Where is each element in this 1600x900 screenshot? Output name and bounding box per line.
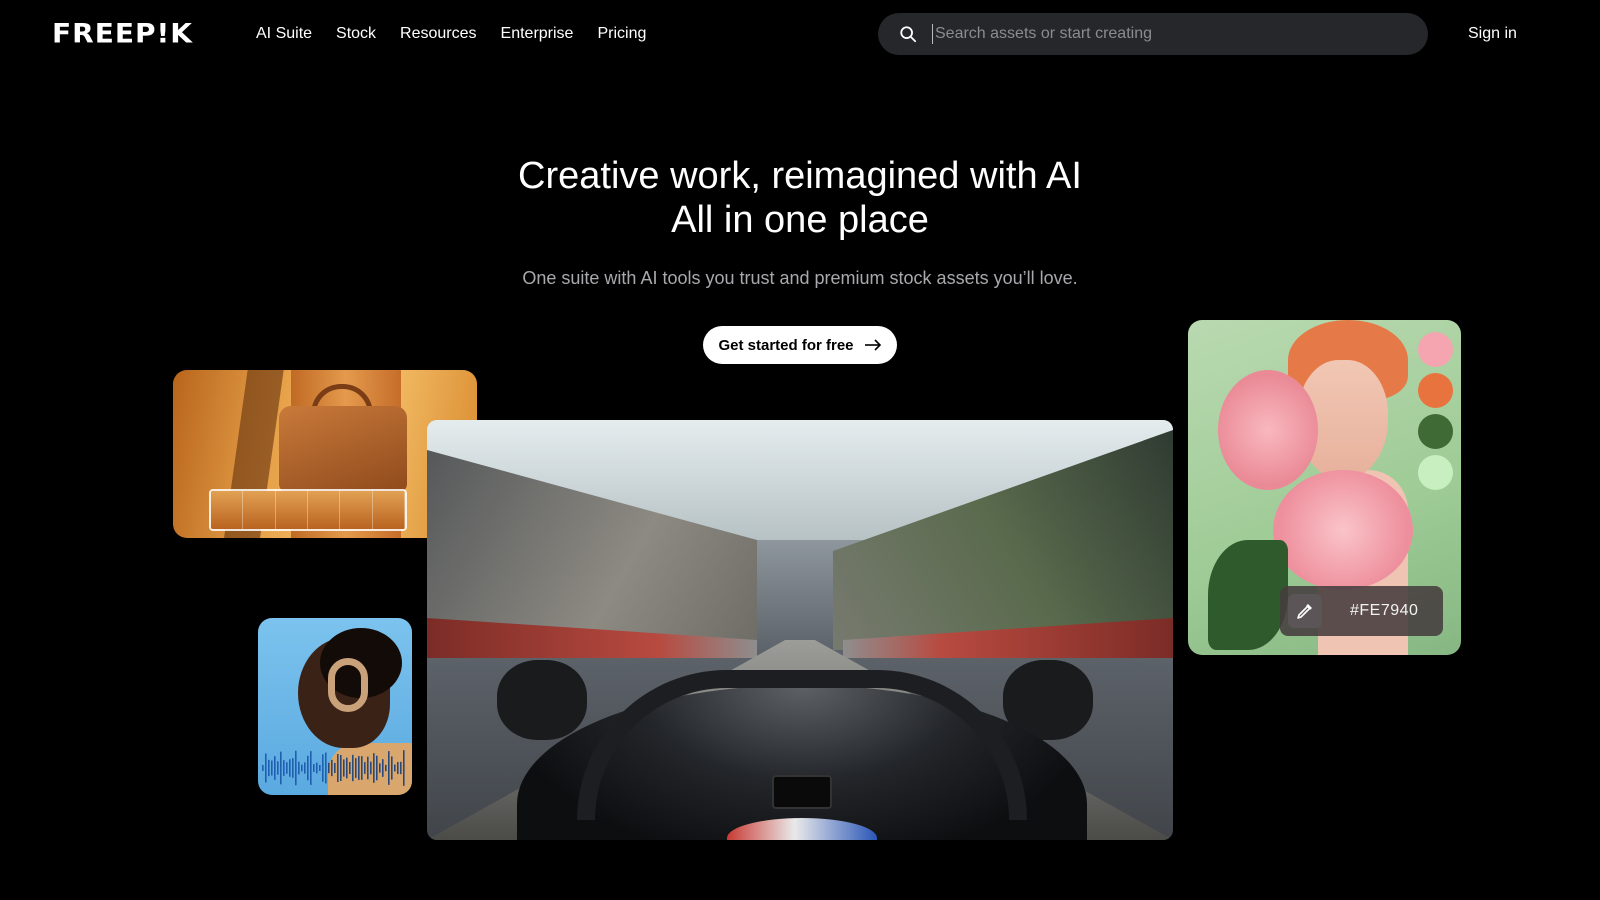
waveform-bar [385,764,387,772]
hero-title-line-1: Creative work, reimagined with AI [518,155,1082,197]
color-hex-value: #FE7940 [1350,602,1419,619]
nav-resources[interactable]: Resources [400,24,476,44]
waveform-bar [388,751,390,785]
eyedropper-button[interactable] [1288,594,1322,628]
frame-thumbnail[interactable] [372,491,405,529]
waveform-bar [370,761,372,775]
hero-subtitle: One suite with AI tools you trust and pr… [522,268,1078,288]
leaf [1208,540,1288,650]
freepik-logo[interactable]: FREEP!K [52,20,193,48]
waveform-bar [382,759,384,777]
waveform-bar [397,761,399,775]
handbag-image [279,406,407,492]
eyedropper-icon [1297,604,1312,619]
waveform-bar [343,759,345,777]
waveform-bar [322,754,324,782]
front-wheel-left [497,660,587,740]
waveform-bar [400,761,402,775]
frame-thumbnail[interactable] [307,491,341,529]
waveform-bar [289,759,291,777]
waveform-bar [358,756,360,780]
frame-thumbnail[interactable] [243,491,276,529]
waveform-bar [373,753,375,783]
waveform-bar [337,754,339,782]
waveform-bar [379,763,381,773]
waveform-bar [277,761,279,775]
main-nav: AI Suite Stock Resources Enterprise Pric… [256,24,646,44]
color-swatch[interactable] [1418,332,1453,367]
waveform-bar [301,764,303,772]
waveform-bar [283,760,285,776]
waveform-bar [295,750,297,786]
waveform-bar [364,762,366,774]
nav-enterprise[interactable]: Enterprise [501,24,574,44]
steering-display [772,775,832,809]
waveform-bar [316,762,318,774]
race-car-video[interactable] [427,420,1173,840]
color-swatch[interactable] [1418,373,1453,408]
get-started-button[interactable]: Get started for free [703,326,897,364]
waveform-bar [346,757,348,779]
audio-waveform [262,750,405,786]
waveform-bar [376,755,378,781]
waveform-bar [352,754,354,782]
hero-title: Creative work, reimagined with AI All in… [0,154,1600,242]
frame-thumbnail[interactable] [340,491,373,529]
waveform-bar [262,765,264,771]
waveform-bar [325,752,327,784]
waveform-bar [271,760,273,776]
flower-bloom [1218,370,1318,490]
waveform-bar [265,753,267,783]
search-icon [900,26,917,43]
waveform-bar [292,758,294,778]
arrow-right-icon [864,339,881,351]
get-started-label: Get started for free [718,336,854,354]
waveform-bar [319,764,321,772]
nav-pricing[interactable]: Pricing [597,24,646,44]
waveform-bar [298,761,300,775]
color-swatch[interactable] [1418,414,1453,449]
waveform-bar [307,755,309,781]
color-swatch[interactable] [1418,455,1453,490]
sign-in-link[interactable]: Sign in [1468,24,1517,44]
waveform-bar [304,762,306,774]
search-bar[interactable] [878,13,1428,55]
audio-portrait-card[interactable] [258,618,412,795]
color-picker-chip[interactable]: #FE7940 [1280,586,1443,636]
waveform-bar [403,750,405,786]
waveform-bar [334,763,336,773]
frame-thumbnail-strip[interactable] [209,489,407,531]
waveform-bar [310,751,312,785]
waveform-bar [361,756,363,780]
waveform-bar [286,762,288,774]
waveform-bar [340,754,342,782]
waveform-bar [355,758,357,778]
nav-stock[interactable]: Stock [336,24,376,44]
color-swatches [1418,332,1453,490]
nav-ai-suite[interactable]: AI Suite [256,24,312,44]
frame-thumbnail[interactable] [275,491,308,529]
flower-bloom [1273,470,1413,590]
waveform-bar [349,762,351,774]
waveform-bar [391,756,393,780]
waveform-bar [268,759,270,777]
waveform-bar [280,751,282,785]
waveform-bar [367,756,369,780]
hero-title-line-2: All in one place [671,199,929,241]
flower-portrait-card[interactable]: #FE7940 [1188,320,1461,655]
waveform-bar [394,764,396,772]
page: FREEP!K AI Suite Stock Resources Enterpr… [0,0,1600,900]
frame-thumbnail[interactable] [211,491,244,529]
waveform-bar [331,759,333,777]
headphones-icon [328,658,368,712]
search-input[interactable] [932,24,1408,44]
waveform-bar [313,764,315,772]
waveform-bar [274,756,276,780]
waveform-bar [328,762,330,774]
